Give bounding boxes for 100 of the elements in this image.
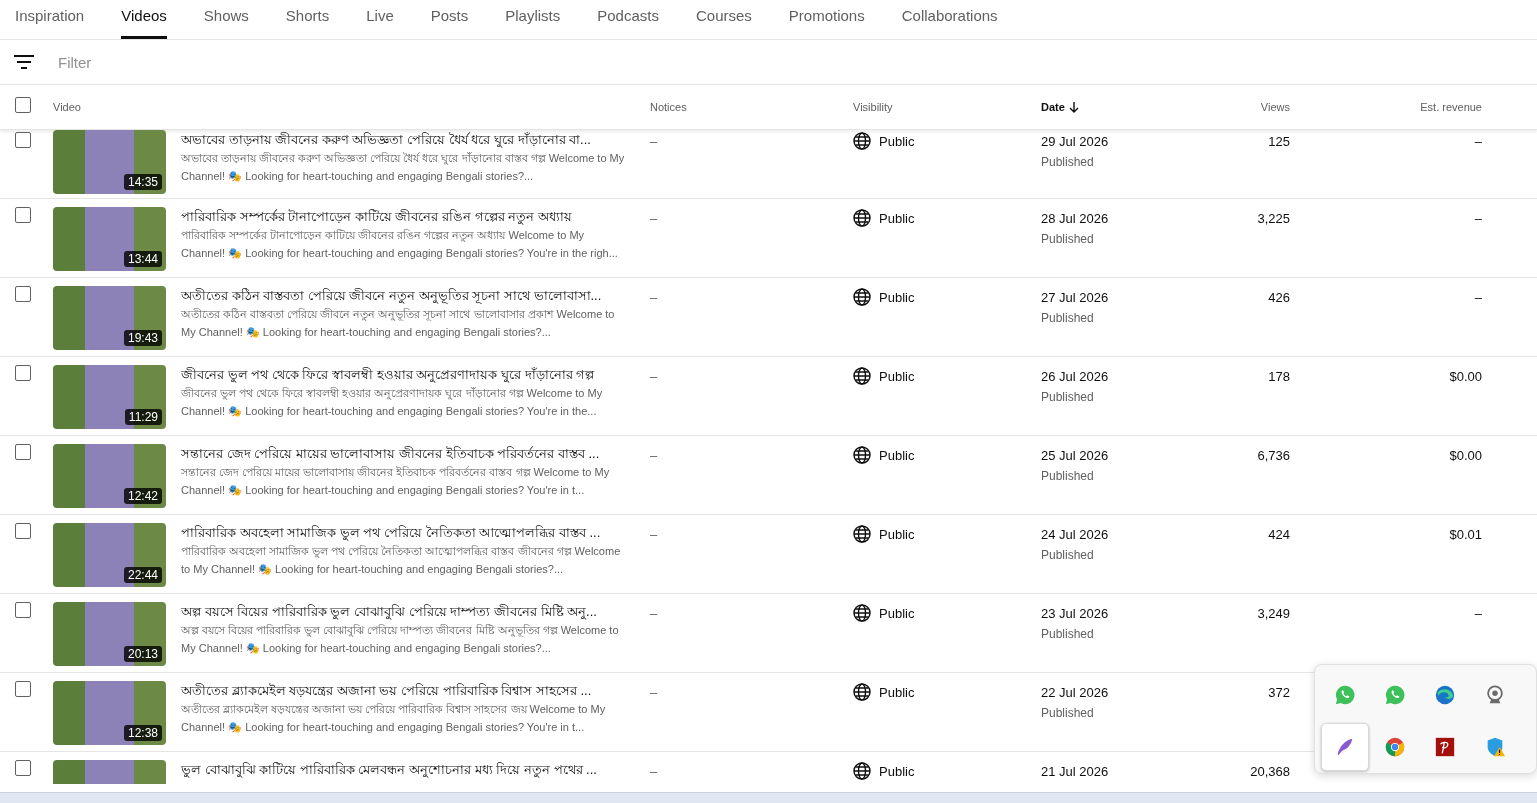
visibility-value: Public <box>879 526 915 542</box>
tab[interactable]: Shorts <box>285 0 330 39</box>
tab[interactable]: Collaborations <box>901 0 998 39</box>
column-header[interactable]: Video <box>53 101 650 113</box>
checkbox[interactable] <box>15 365 31 381</box>
tab[interactable]: Promotions <box>788 0 865 39</box>
swirl-icon <box>1434 684 1456 706</box>
notices-value: – <box>650 448 658 463</box>
notices-value: – <box>650 211 658 226</box>
status-text: Published <box>1041 627 1095 641</box>
tab[interactable]: Shows <box>203 0 249 39</box>
checkbox[interactable] <box>15 132 31 148</box>
tab[interactable]: Posts <box>430 0 469 39</box>
globe-icon <box>853 132 871 150</box>
video-title[interactable]: অল্প বয়সে বিয়ের পারিবারিক ভুল বোঝাবুঝি পেরিয়ে দাম্পত্য জীবনের মিষ্টি অনু... <box>181 603 626 621</box>
filter-icon[interactable] <box>14 55 34 69</box>
tab[interactable]: Videos <box>121 0 167 39</box>
tab[interactable]: Inspiration <box>15 0 85 39</box>
video-thumbnail[interactable]: 22:44 <box>53 523 166 587</box>
circle-logo-icon <box>1384 736 1406 758</box>
column-header[interactable]: Views <box>1260 101 1290 113</box>
visibility-control[interactable]: Public <box>853 199 1041 227</box>
checkbox[interactable] <box>15 602 31 618</box>
visibility-value: Public <box>879 763 915 779</box>
video-title[interactable]: অতীতের ব্ল্যাকমেইল ষড়যন্ত্রের অজানা ভয় পেরিয়ে পারিবারিক বিশ্বাস সাহসের ... <box>181 682 626 700</box>
status-text: Published <box>1041 469 1095 483</box>
duration-badge: 12:38 <box>123 725 162 741</box>
notices-value: – <box>650 764 658 779</box>
video-title[interactable]: জীবনের ভুল পথ থেকে ফিরে স্বাবলম্বী হওয়ার অনুপ্রেরণাদায়ক ঘুরে দাঁড়ানোর গল্প <box>181 366 626 384</box>
checkbox[interactable] <box>15 523 31 539</box>
visibility-value: Public <box>879 684 915 700</box>
visibility-control[interactable]: Public <box>853 752 1041 780</box>
video-thumbnail[interactable]: 14:35 <box>53 130 166 194</box>
tab[interactable]: Podcasts <box>597 0 659 39</box>
checkbox[interactable] <box>15 760 31 776</box>
video-thumbnail[interactable]: 20:13 <box>53 602 166 666</box>
visibility-value: Public <box>879 605 915 621</box>
video-description: অভাবের তাড়নায় জীবনের করুণ অভিজ্ঞতা পেরিয়ে ধৈর্য ধরে ঘুরে দাঁড়ানোর বাস্তব গল্প Welcome to My Channel! 🎭 Looking for heart-touching and engaging Bengali stories?... <box>181 151 626 184</box>
revenue-value: – <box>1474 290 1482 305</box>
date-value: 22 Jul 2026 <box>1041 685 1109 700</box>
video-thumbnail[interactable]: 13:44 <box>53 207 166 271</box>
views-value: 125 <box>1268 134 1290 149</box>
globe-icon <box>853 762 871 780</box>
notices-value: – <box>650 134 658 149</box>
duration-badge: 14:35 <box>123 174 162 190</box>
status-text: Published <box>1041 155 1095 169</box>
video-thumbnail[interactable]: 11:29 <box>53 365 166 429</box>
video-thumbnail[interactable]: 12:42 <box>53 444 166 508</box>
views-value: 424 <box>1268 527 1290 542</box>
video-thumbnail[interactable]: 12:38 <box>53 681 166 745</box>
column-header[interactable]: Date <box>1041 101 1200 113</box>
visibility-control[interactable]: Public <box>853 436 1041 464</box>
status-text: Published <box>1041 548 1095 562</box>
checkbox[interactable] <box>15 97 31 113</box>
revenue-value: $0.01 <box>1449 527 1482 542</box>
video-description: সন্তানের জেদ পেরিয়ে মায়ের ভালোবাসায় জীবনের ইতিবাচক পরিবর্তনের বাস্তব গল্প Welcome to My Channel! 🎭 Looking for heart-touching and engaging Bengali stories? You're in t... <box>181 465 611 498</box>
visibility-control[interactable]: Public <box>853 515 1041 543</box>
video-title[interactable]: অতীতের কঠিন বাস্তবতা পেরিয়ে জীবনে নতুন অনুভূতির সূচনা সাথে ভালোবাসা... <box>181 287 626 305</box>
video-title[interactable]: অভাবের তাড়নায় জীবনের করুণ অভিজ্ঞতা পেরিয়ে ধৈর্য ধরে ঘুরে দাঁড়ানোর বা... <box>181 131 626 149</box>
date-value: 25 Jul 2026 <box>1041 448 1109 463</box>
column-header[interactable]: Est. revenue <box>1420 101 1482 113</box>
date-value: 24 Jul 2026 <box>1041 527 1109 542</box>
revenue-value: $0.00 <box>1449 448 1482 463</box>
notices-value: – <box>650 369 658 384</box>
date-value: 28 Jul 2026 <box>1041 211 1109 226</box>
sort-arrow-icon <box>1068 101 1079 113</box>
status-text: Published <box>1041 706 1095 720</box>
checkbox[interactable] <box>15 207 31 223</box>
visibility-control[interactable]: Public <box>853 673 1041 701</box>
globe-icon <box>853 683 871 701</box>
visibility-control[interactable]: Public <box>853 594 1041 622</box>
column-header[interactable]: Visibility <box>853 101 1041 113</box>
video-description: অল্প বয়সে বিয়ের পারিবারিক ভুল বোঝাবুঝি পেরিয়ে দাম্পত্য জীবনের মিষ্টি অনুভূতির গল্প Welcome to My Channel! 🎭 Looking for heart-touching and engaging Bengali stories?... <box>181 623 620 656</box>
tray-item[interactable] <box>1321 723 1369 771</box>
date-value: 26 Jul 2026 <box>1041 369 1109 384</box>
webcam-icon <box>1484 684 1506 706</box>
globe-icon <box>853 525 871 543</box>
tab[interactable]: Playlists <box>505 0 561 39</box>
visibility-control[interactable]: Public <box>853 130 1041 150</box>
video-title[interactable]: সন্তানের জেদ পেরিয়ে মায়ের ভালোবাসায় জীবনের ইতিবাচক পরিবর্তনের বাস্তব ... <box>181 445 626 463</box>
checkbox[interactable] <box>15 444 31 460</box>
visibility-control[interactable]: Public <box>853 357 1041 385</box>
checkbox[interactable] <box>15 286 31 302</box>
visibility-value: Public <box>879 368 915 384</box>
visibility-control[interactable]: Public <box>853 278 1041 306</box>
video-description: জীবনের ভুল পথ থেকে ফিরে স্বাবলম্বী হওয়ার অনুপ্রেরণাদায়ক ঘুরে দাঁড়ানোর গল্প Welcome to My Channel! 🎭 Looking for heart-touching and engaging Bengali stories? You're in the... <box>181 386 604 419</box>
video-title[interactable]: পারিবারিক অবহেলা সামাজিক ভুল পথ পেরিয়ে নৈতিকতা আত্মোপলব্ধির বাস্তব ... <box>181 524 626 542</box>
video-thumbnail[interactable]: 19:43 <box>53 286 166 350</box>
video-title[interactable]: ভুল বোঝাবুঝি কাটিয়ে পারিবারিক মেলবন্ধন অনুশোচনার মধ্য দিয়ে নতুন পথের ... <box>181 761 626 779</box>
tab[interactable]: Courses <box>695 0 752 39</box>
views-value: 178 <box>1268 369 1290 384</box>
tab[interactable]: Live <box>366 0 394 39</box>
visibility-value: Public <box>879 133 915 149</box>
column-header[interactable]: Notices <box>650 101 853 113</box>
duration-badge: 20:13 <box>123 646 162 662</box>
video-title[interactable]: পারিবারিক সম্পর্কের টানাপোড়েন কাটিয়ে জীবনের রঙিন গল্পের নতুন অধ্যায় <box>181 208 626 226</box>
globe-icon <box>853 604 871 622</box>
checkbox[interactable] <box>15 681 31 697</box>
date-value: 23 Jul 2026 <box>1041 606 1109 621</box>
video-thumbnail[interactable] <box>53 760 166 784</box>
